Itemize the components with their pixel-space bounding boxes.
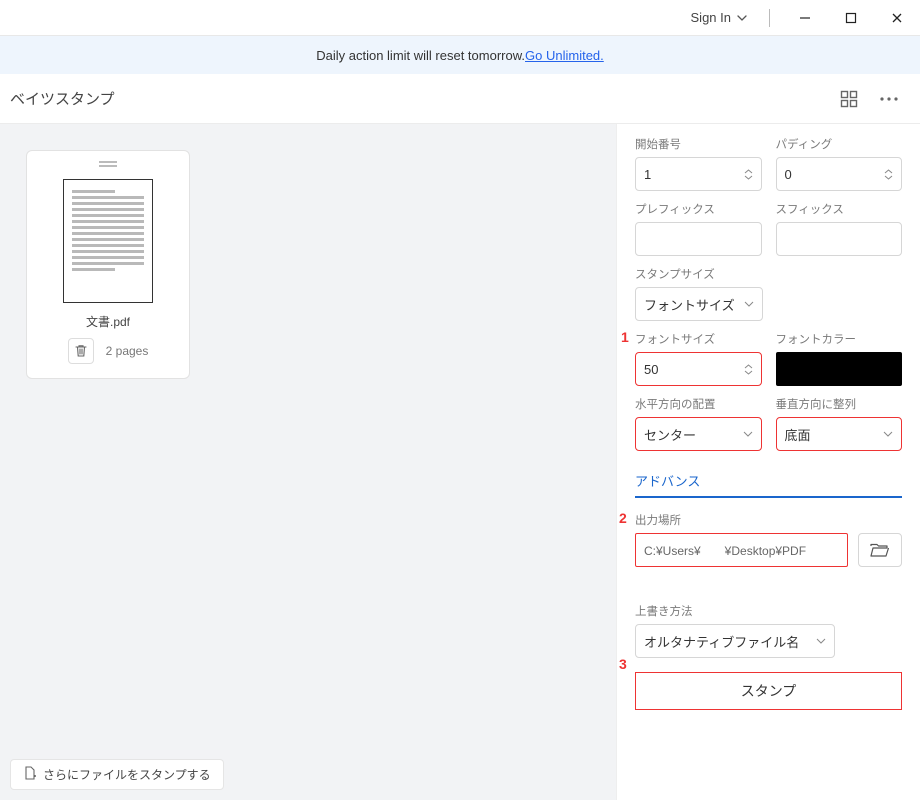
add-more-files-button[interactable]: さらにファイルをスタンプする — [10, 759, 224, 790]
padding-label: パディング — [776, 136, 903, 152]
start-number-value: 1 — [644, 167, 651, 182]
padding-input[interactable]: 0 — [776, 157, 903, 191]
halign-label: 水平方向の配置 — [635, 396, 762, 412]
file-card[interactable]: 文書.pdf 2 pages — [26, 150, 190, 379]
drag-handle-icon[interactable] — [99, 161, 117, 169]
stepper-icon[interactable] — [884, 169, 893, 180]
marker-3: 3 — [619, 656, 627, 672]
font-color-swatch[interactable] — [776, 352, 903, 386]
start-number-label: 開始番号 — [635, 136, 762, 152]
settings-panel: 開始番号 1 パディング 0 — [616, 124, 920, 800]
halign-select[interactable]: センター — [635, 417, 762, 451]
promo-banner: Daily action limit will reset tomorrow. … — [0, 36, 920, 74]
delete-file-button[interactable] — [68, 338, 94, 364]
file-name: 文書.pdf — [86, 313, 130, 330]
section-divider — [635, 496, 902, 498]
suffix-label: スフィックス — [776, 201, 903, 217]
stepper-icon[interactable] — [744, 364, 753, 375]
go-unlimited-link[interactable]: Go Unlimited. — [525, 48, 604, 63]
sign-in-label: Sign In — [691, 10, 731, 25]
suffix-input[interactable] — [776, 222, 903, 256]
page-header: ベイツスタンプ — [0, 74, 920, 124]
chevron-down-icon — [743, 431, 753, 437]
font-size-label: フォントサイズ — [635, 331, 762, 347]
folder-open-icon — [870, 543, 890, 557]
valign-label: 垂直方向に整列 — [776, 396, 903, 412]
overwrite-value: オルタナティブファイル名 — [644, 632, 799, 651]
start-number-input[interactable]: 1 — [635, 157, 762, 191]
prefix-input[interactable] — [635, 222, 762, 256]
file-thumbnail — [63, 179, 153, 303]
close-button[interactable] — [874, 0, 920, 36]
stepper-icon[interactable] — [744, 169, 753, 180]
page-title: ベイツスタンプ — [10, 88, 115, 109]
page-tools — [840, 90, 898, 108]
maximize-button[interactable] — [828, 0, 874, 36]
marker-2: 2 — [619, 510, 627, 526]
banner-text: Daily action limit will reset tomorrow. — [316, 48, 525, 63]
valign-value: 底面 — [785, 425, 811, 444]
title-bar: Sign In — [0, 0, 920, 36]
window-buttons — [782, 0, 920, 36]
advance-link[interactable]: アドバンス — [635, 461, 902, 498]
add-file-icon — [23, 766, 37, 783]
font-size-value: 50 — [644, 362, 658, 377]
chevron-down-icon — [744, 301, 754, 307]
chevron-down-icon — [883, 431, 893, 437]
stamp-button-label: スタンプ — [741, 681, 797, 701]
halign-value: センター — [644, 425, 696, 444]
stamp-size-value: フォントサイズ — [644, 295, 735, 314]
file-pages: 2 pages — [106, 344, 149, 358]
chevron-down-icon — [816, 638, 826, 644]
add-more-files-label: さらにファイルをスタンプする — [43, 766, 211, 783]
overwrite-select[interactable]: オルタナティブファイル名 — [635, 624, 835, 658]
chevron-down-icon — [737, 15, 747, 21]
output-label: 出力場所 — [635, 512, 902, 528]
stamp-size-select[interactable]: フォントサイズ — [635, 287, 763, 321]
output-path-value: C:¥Users¥ ¥Desktop¥PDF — [644, 542, 806, 559]
padding-value: 0 — [785, 167, 792, 182]
more-icon[interactable] — [880, 97, 898, 101]
main: 文書.pdf 2 pages さらにファイルをスタンプする 開始番号 — [0, 124, 920, 800]
sign-in-menu[interactable]: Sign In — [681, 10, 757, 25]
prefix-label: プレフィックス — [635, 201, 762, 217]
divider — [769, 9, 770, 27]
font-size-input[interactable]: 50 — [635, 352, 762, 386]
output-path-input[interactable]: C:¥Users¥ ¥Desktop¥PDF — [635, 533, 848, 567]
minimize-button[interactable] — [782, 0, 828, 36]
browse-folder-button[interactable] — [858, 533, 902, 567]
font-color-label: フォントカラー — [776, 331, 903, 347]
stamp-button[interactable]: スタンプ — [635, 672, 902, 710]
grid-view-icon[interactable] — [840, 90, 858, 108]
stamp-size-label: スタンプサイズ — [635, 266, 902, 282]
valign-select[interactable]: 底面 — [776, 417, 903, 451]
file-list-area: 文書.pdf 2 pages さらにファイルをスタンプする — [0, 124, 616, 800]
marker-1: 1 — [621, 329, 629, 345]
overwrite-label: 上書き方法 — [635, 603, 902, 619]
